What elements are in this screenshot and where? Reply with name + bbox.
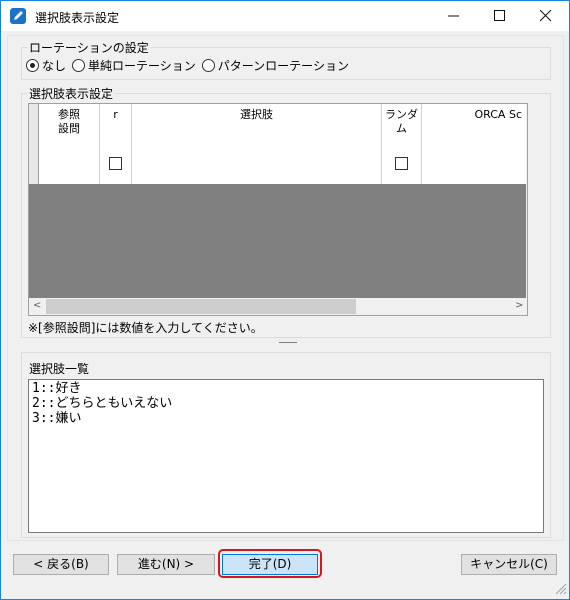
row-selector[interactable]	[29, 104, 39, 184]
radio-simple-rotation-label: 単純ローテーション	[88, 58, 196, 73]
maximize-button[interactable]	[477, 1, 523, 31]
scroll-right-icon[interactable]: >	[515, 300, 523, 311]
cell-choice[interactable]	[132, 144, 382, 184]
radio-pattern-rotation-label: パターンローテーション	[217, 58, 349, 73]
cell-orca[interactable]	[422, 144, 526, 184]
grid-header: 参照 設問 r 選択肢 ランダム ORCA Sc	[29, 104, 527, 144]
random-checkbox[interactable]	[395, 157, 408, 170]
minimize-icon	[448, 15, 459, 17]
table-row[interactable]	[29, 144, 527, 184]
choice-grid: 参照 設問 r 選択肢 ランダム ORCA Sc ⌃ ⌄ < >	[28, 103, 528, 316]
r-checkbox[interactable]	[109, 157, 122, 170]
close-icon	[540, 10, 552, 22]
splitter-handle[interactable]	[279, 342, 297, 344]
dialog-window: 選択肢表示設定 ローテーションの設定 なし 単純ローテーション パターンローテー…	[0, 0, 570, 600]
window-title: 選択肢表示設定	[35, 11, 120, 25]
cancel-button[interactable]: キャンセル(C)	[461, 554, 557, 575]
cell-random[interactable]	[382, 144, 422, 184]
radio-pattern-rotation-circle[interactable]	[201, 58, 215, 72]
horizontal-scrollbar[interactable]: < >	[29, 298, 527, 315]
radio-none-circle[interactable]	[26, 58, 39, 72]
choice-settings-group-label: 選択肢表示設定	[27, 85, 116, 102]
radio-simple-rotation-circle[interactable]	[72, 58, 86, 72]
finish-button[interactable]: 完了(D)	[222, 554, 318, 575]
title-bar[interactable]: 選択肢表示設定	[1, 1, 569, 31]
vertical-scrollbar[interactable]: ⌃ ⌄	[526, 104, 527, 298]
choice-list-label: 選択肢一覧	[27, 360, 92, 377]
choice-list-textbox[interactable]: 1::好き 2::どちらともいえない 3::嫌い	[28, 379, 544, 533]
horizontal-scroll-thumb[interactable]	[46, 299, 356, 314]
list-item: 2::どちらともいえない	[32, 396, 173, 411]
radio-simple-rotation[interactable]: 単純ローテーション	[72, 57, 196, 74]
list-item: 3::嫌い	[32, 411, 82, 426]
edit-icon	[10, 8, 26, 24]
maximize-icon	[494, 10, 505, 21]
resize-grip-icon[interactable]	[553, 581, 567, 595]
column-header-r[interactable]: r	[100, 104, 132, 144]
column-header-ref[interactable]: 参照 設問	[39, 104, 100, 144]
minimize-button[interactable]	[431, 1, 477, 31]
cell-ref[interactable]	[39, 144, 100, 184]
next-button[interactable]: 進む(N) >	[117, 554, 215, 575]
back-button[interactable]: < 戻る(B)	[13, 554, 109, 575]
radio-none-label: なし	[42, 58, 67, 73]
column-header-choice[interactable]: 選択肢	[132, 104, 382, 144]
rotation-group-label: ローテーションの設定	[27, 39, 151, 56]
radio-pattern-rotation[interactable]: パターンローテーション	[201, 57, 349, 74]
column-header-orca[interactable]: ORCA Sc	[422, 104, 526, 144]
radio-none[interactable]: なし	[26, 57, 66, 74]
close-button[interactable]	[523, 1, 569, 31]
column-header-random[interactable]: ランダム	[382, 104, 422, 144]
input-note: ※[参照設問]には数値を入力してください。	[28, 321, 263, 335]
cell-r[interactable]	[100, 144, 132, 184]
scroll-left-icon[interactable]: <	[33, 300, 41, 311]
rotation-options: なし 単純ローテーション パターンローテーション	[26, 57, 355, 73]
list-item: 1::好き	[32, 381, 82, 396]
